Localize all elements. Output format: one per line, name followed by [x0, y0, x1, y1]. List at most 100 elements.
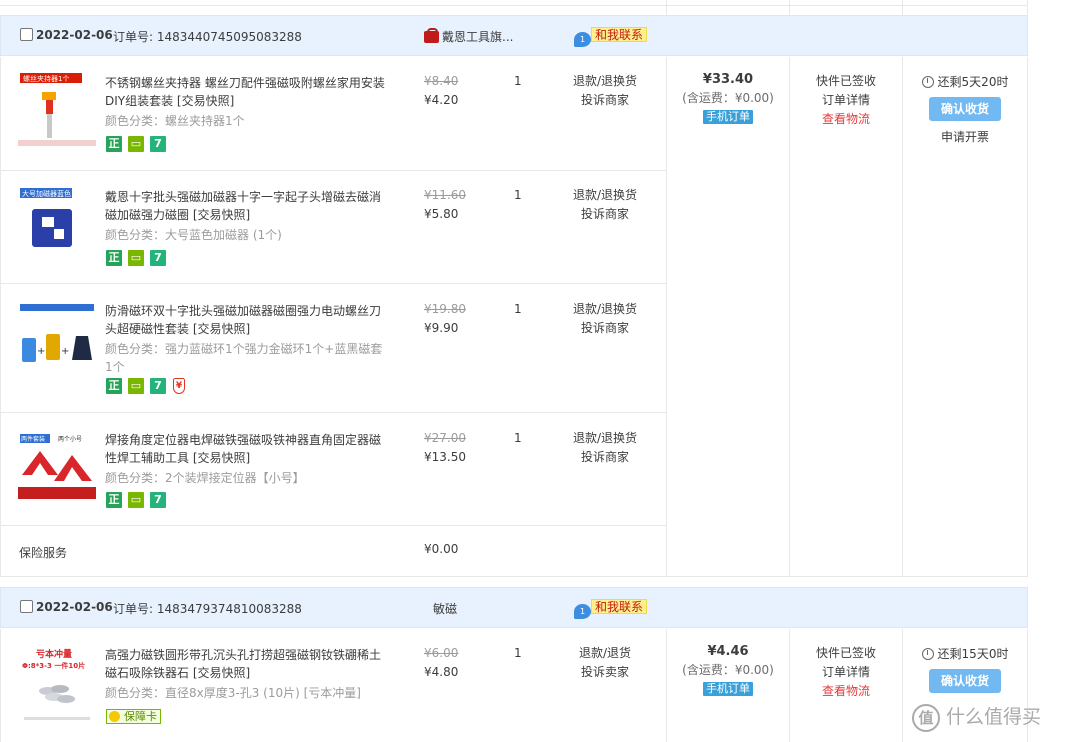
insurance-price: ¥0.00 [424, 542, 459, 556]
guarantee-card-badge: 保障卡 [106, 709, 161, 724]
tv-badge-icon: ▭ [128, 250, 144, 266]
complaint-link[interactable]: 投诉商家 [560, 91, 650, 110]
order-date: 2022-02-06 [36, 600, 113, 614]
tv-badge-icon: ▭ [128, 492, 144, 508]
shop-name[interactable]: 戴恩工具旗... [424, 28, 513, 45]
chat-bubble-icon: 1 [574, 604, 591, 619]
magnet-disc-image: 亏本冲量 Φ:8*3-3 一件10片 [18, 645, 96, 725]
insurance-shield-icon: ¥ [173, 378, 185, 394]
divider [0, 629, 1, 742]
thumb-label: 螺丝夹持器1个 [23, 74, 69, 83]
paid-price: ¥13.50 [424, 450, 466, 464]
paid-price: ¥5.80 [424, 207, 459, 221]
order-checkbox[interactable] [20, 600, 33, 613]
paid-price: ¥9.90 [424, 321, 459, 335]
thumb-label: 两件套装 [21, 435, 45, 443]
seven-day-return-icon: 7 [150, 250, 166, 266]
product-title[interactable]: 防滑磁环双十字批头强磁加磁器磁圈强力电动螺丝刀头超硬磁性套装 [交易快照] [105, 302, 387, 338]
refund-link[interactable]: 退款/退货 [560, 644, 650, 663]
service-badges: 正 ▭ 7 [106, 136, 172, 152]
original-price: ¥11.60 [424, 188, 466, 202]
product-title[interactable]: 戴恩十字批头强磁加磁器十字一字起子头增磁去磁消磁加磁强力磁圈 [交易快照] [105, 188, 387, 224]
order-actions: 还剩15天0时 确认收货 [903, 645, 1027, 693]
complaint-link[interactable]: 投诉商家 [560, 205, 650, 224]
refund-link[interactable]: 退款/退换货 [560, 186, 650, 205]
product-thumbnail[interactable]: 两件套装 两个小号 [18, 429, 96, 509]
seven-day-return-icon: 7 [150, 492, 166, 508]
confirm-receipt-button[interactable]: 确认收货 [929, 97, 1001, 121]
quantity: 1 [514, 431, 522, 445]
product-title[interactable]: 不锈钢螺丝夹持器 螺丝刀配件强磁吸附螺丝家用安装DIY组装套装 [交易快照] [105, 74, 387, 110]
thumb-label-2: Φ:8*3-3 一件10片 [22, 661, 85, 670]
refund-link[interactable]: 退款/退换货 [560, 429, 650, 448]
seven-day-return-icon: 7 [150, 136, 166, 152]
order-date: 2022-02-06 [36, 28, 113, 42]
countdown: 还剩15天0时 [903, 645, 1027, 662]
product-title[interactable]: 高强力磁铁圆形带孔沉头孔打捞超强磁钢钕铁硼稀土磁石吸除铁器石 [交易快照] [105, 646, 387, 682]
countdown: 还剩5天20时 [903, 73, 1027, 90]
product-thumbnail[interactable]: + + [18, 298, 96, 378]
countdown-text: 还剩15天0时 [937, 647, 1009, 661]
shop-name-text: 戴恩工具旗... [442, 30, 514, 44]
divider [0, 57, 1, 577]
complaint-link[interactable]: 投诉卖家 [560, 663, 650, 682]
order-list: 2022-02-06 订单号: 1483440745095083288 戴恩工具… [0, 0, 1028, 742]
divider [1027, 57, 1028, 577]
contact-seller-button[interactable]: 1 和我联系 [574, 599, 648, 619]
divider [666, 0, 667, 16]
contact-label: 和我联系 [591, 27, 648, 42]
order-status: 快件已签收 订单详情 查看物流 [790, 72, 902, 129]
view-logistics-link[interactable]: 查看物流 [790, 682, 902, 701]
shop-name[interactable]: 敏磁 [433, 600, 457, 617]
svg-text:+: + [61, 346, 69, 357]
genuine-badge-icon: 正 [106, 492, 122, 508]
product-spec: 颜色分类：强力蓝磁环1个强力金磁环1个+蓝黑磁套1个 [105, 342, 383, 374]
seven-day-return-icon: 7 [150, 378, 166, 394]
apply-invoice-link[interactable]: 申请开票 [903, 128, 1027, 147]
divider [0, 283, 666, 284]
service-badges: 保障卡 [106, 709, 161, 725]
quantity: 1 [514, 302, 522, 316]
order-detail-link[interactable]: 订单详情 [790, 663, 902, 682]
mobile-order-tag: 手机订单 [703, 110, 753, 124]
svg-text:+: + [37, 346, 45, 357]
order-number: 订单号: 1483479374810083288 [113, 602, 302, 616]
order-detail-link[interactable]: 订单详情 [790, 91, 902, 110]
product-thumbnail[interactable]: 大号加磁器蓝色 [18, 183, 96, 263]
clock-icon [921, 648, 934, 660]
tv-badge-icon: ▭ [128, 378, 144, 394]
complaint-link[interactable]: 投诉商家 [560, 448, 650, 467]
after-sale: 退款/退货 投诉卖家 [560, 644, 650, 682]
paid-price: ¥4.80 [424, 665, 459, 679]
divider [902, 0, 903, 16]
total-amount: ¥33.40 [702, 72, 754, 87]
divider [0, 412, 666, 413]
product-thumbnail[interactable]: 螺丝夹持器1个 [18, 68, 96, 148]
screw-holder-image: 螺丝夹持器1个 [18, 68, 96, 148]
contact-seller-button[interactable]: 1 和我联系 [574, 27, 648, 47]
service-badges: 正 ▭ 7 [106, 492, 172, 508]
original-price: ¥19.80 [424, 302, 466, 316]
refund-link[interactable]: 退款/退换货 [560, 300, 650, 319]
refund-link[interactable]: 退款/退换货 [560, 72, 650, 91]
service-badges: 正 ▭ 7 ¥ [106, 378, 191, 394]
paid-price: ¥4.20 [424, 93, 459, 107]
order-status: 快件已签收 订单详情 查看物流 [790, 644, 902, 701]
insurance-label: 保险服务 [19, 546, 68, 560]
quantity: 1 [514, 646, 522, 660]
product-thumbnail[interactable]: 亏本冲量 Φ:8*3-3 一件10片 [18, 645, 96, 725]
service-badges: 正 ▭ 7 [106, 250, 172, 266]
watermark-logo-icon: 值 [912, 703, 940, 732]
divider [1027, 0, 1028, 16]
magnetic-ring-image: + + [18, 298, 96, 378]
order-checkbox[interactable] [20, 28, 33, 41]
product-title[interactable]: 焊接角度定位器电焊磁铁强磁吸铁神器直角固定器磁性焊工辅助工具 [交易快照] [105, 431, 387, 467]
original-price: ¥8.40 [424, 74, 459, 88]
view-logistics-link[interactable]: 查看物流 [790, 110, 902, 129]
clock-icon [921, 76, 934, 88]
quantity: 1 [514, 74, 522, 88]
confirm-receipt-button[interactable]: 确认收货 [929, 669, 1001, 693]
complaint-link[interactable]: 投诉商家 [560, 319, 650, 338]
product-spec: 颜色分类：直径8x厚度3-孔3 (10片) [亏本冲量] [105, 686, 361, 700]
after-sale: 退款/退换货 投诉商家 [560, 72, 650, 110]
